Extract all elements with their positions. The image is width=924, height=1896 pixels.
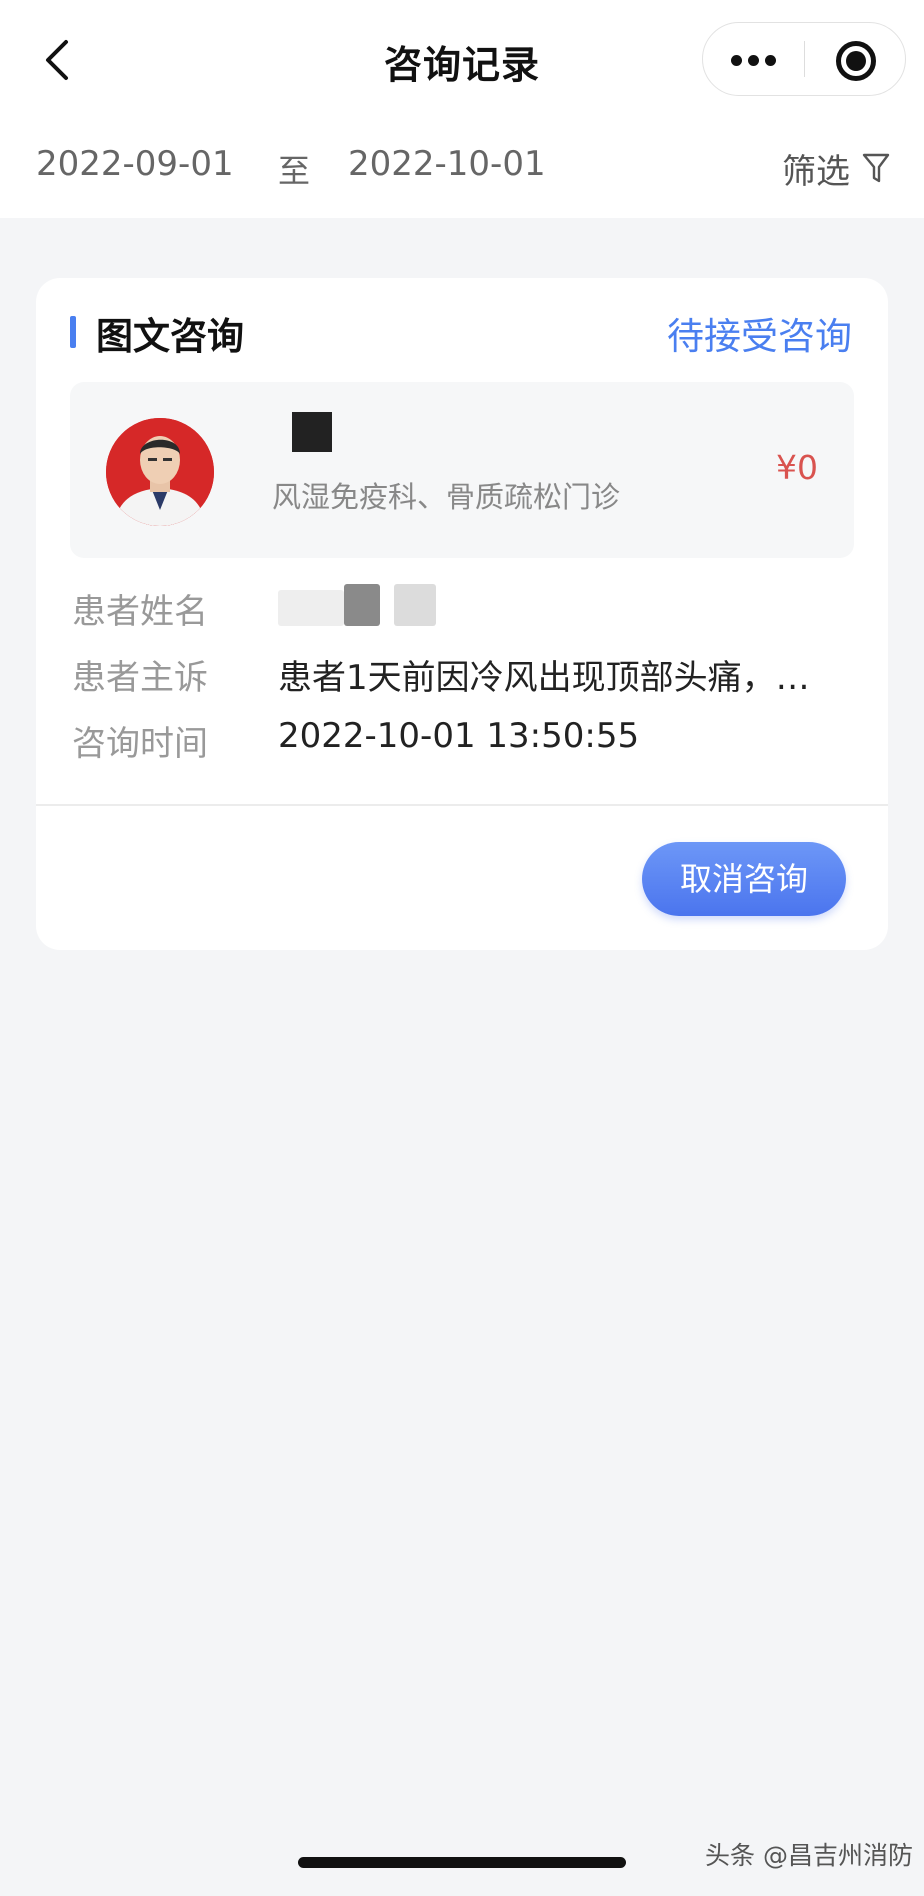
- date-separator: 至: [278, 152, 311, 190]
- consultation-price: ¥0: [776, 448, 818, 487]
- mini-program-capsule: [702, 22, 906, 96]
- consult-time-label: 咨询时间: [72, 724, 208, 764]
- close-button[interactable]: [805, 23, 905, 95]
- target-close-icon-center: [846, 51, 866, 71]
- patient-name-blur: [278, 590, 344, 626]
- date-filter-bar: 2022-09-01 至 2022-10-01 筛选: [0, 120, 924, 218]
- consult-time-value: 2022-10-01 13:50:55: [278, 716, 640, 756]
- home-indicator[interactable]: [298, 1857, 626, 1868]
- patient-name-label: 患者姓名: [72, 592, 208, 632]
- patient-name-mosaic: [344, 584, 380, 626]
- consultation-card[interactable]: 图文咨询 待接受咨询 风湿免疫科、骨质疏松门诊 ¥0 患者姓名 患者主诉 患者1…: [36, 278, 888, 950]
- title-accent-bar: [70, 316, 76, 348]
- avatar: [106, 418, 214, 526]
- navigation-bar: 咨询记录: [0, 0, 924, 120]
- more-dot: [748, 55, 759, 66]
- more-dot: [765, 55, 776, 66]
- more-button[interactable]: [703, 23, 804, 95]
- doctor-department: 风湿免疫科、骨质疏松门诊: [272, 480, 621, 514]
- doctor-name-redacted: [292, 412, 332, 452]
- patient-name-mosaic-light: [394, 584, 436, 626]
- funnel-icon: [862, 153, 890, 183]
- more-dots-icon: [731, 55, 742, 66]
- status-badge: 待接受咨询: [667, 315, 852, 358]
- consultation-type: 图文咨询: [96, 315, 244, 358]
- card-divider: [36, 804, 888, 806]
- filter-button[interactable]: 筛选: [782, 142, 892, 192]
- complaint-label: 患者主诉: [72, 658, 208, 698]
- start-date[interactable]: 2022-09-01: [36, 144, 234, 184]
- filter-label: 筛选: [782, 152, 850, 192]
- watermark: 头条 @昌吉州消防: [705, 1841, 913, 1870]
- end-date[interactable]: 2022-10-01: [348, 144, 546, 184]
- doctor-info[interactable]: 风湿免疫科、骨质疏松门诊 ¥0: [70, 382, 854, 558]
- doctor-photo: [106, 418, 214, 526]
- cancel-consultation-button[interactable]: 取消咨询: [642, 842, 846, 916]
- complaint-value: 患者1天前因冷风出现顶部头痛，…: [278, 658, 810, 698]
